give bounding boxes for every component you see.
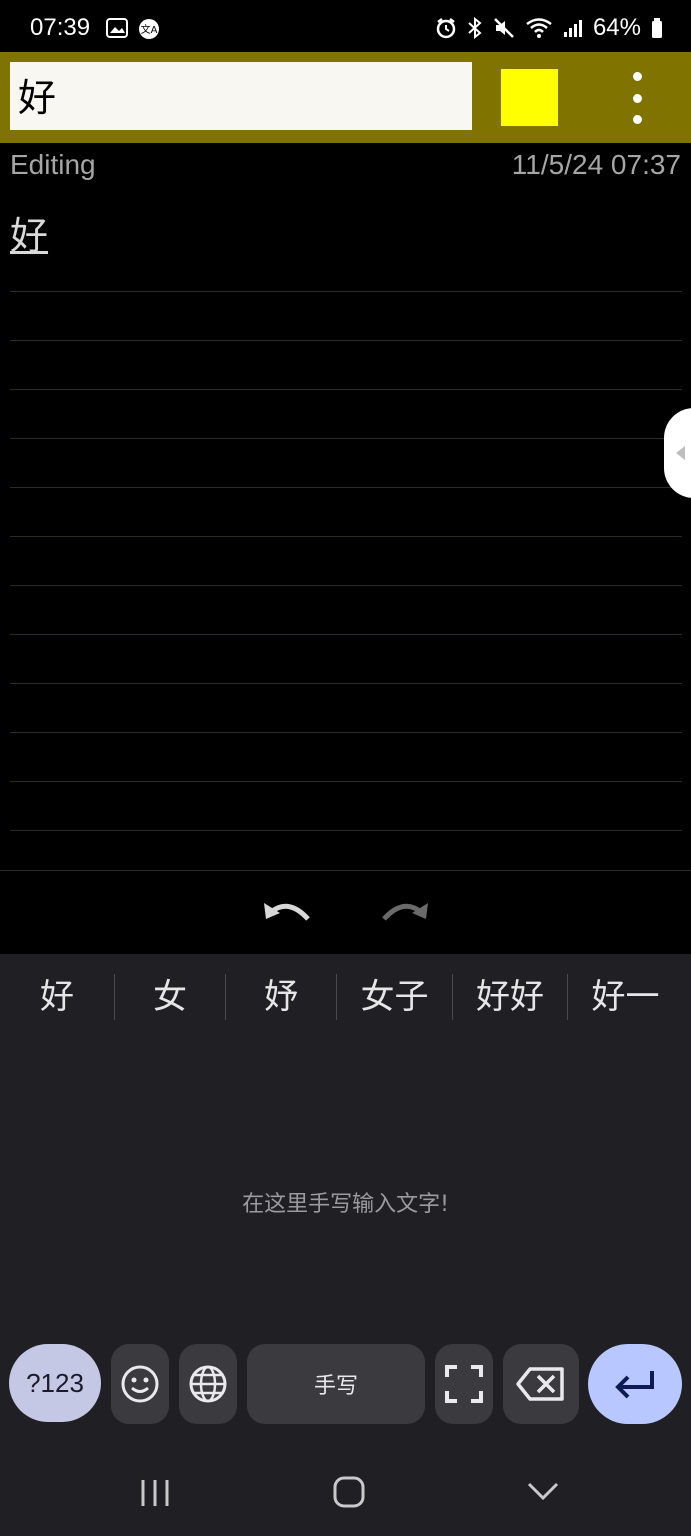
candidate-item[interactable]: 女 xyxy=(115,973,225,1021)
note-editor[interactable]: Editing 11/5/24 07:37 好 xyxy=(0,143,691,870)
chevron-down-icon xyxy=(527,1482,559,1501)
backspace-icon xyxy=(516,1367,564,1401)
candidate-item[interactable]: 好一 xyxy=(568,973,683,1021)
backspace-key[interactable] xyxy=(503,1344,579,1424)
system-nav-bar xyxy=(0,1440,691,1536)
symbols-key[interactable]: ?123 xyxy=(9,1344,101,1422)
undo-button[interactable] xyxy=(262,899,314,931)
signal-icon xyxy=(563,18,583,38)
app-toolbar: 好 xyxy=(0,52,691,143)
recents-button[interactable] xyxy=(139,1478,171,1512)
color-picker-button[interactable] xyxy=(501,69,558,126)
keyboard-bottom-row: ?123 手写 xyxy=(0,1344,691,1424)
globe-icon xyxy=(189,1365,227,1403)
translate-icon: 文A xyxy=(138,18,160,40)
space-key[interactable]: 手写 xyxy=(247,1344,425,1424)
more-vert-icon-dot xyxy=(632,93,642,103)
fullscreen-icon xyxy=(445,1365,483,1403)
back-button[interactable] xyxy=(526,1480,560,1506)
undo-icon xyxy=(264,903,310,921)
undo-redo-bar xyxy=(0,870,691,955)
svg-text:文A: 文A xyxy=(141,23,158,36)
chevron-left-icon xyxy=(676,446,685,460)
more-vert-icon-dot xyxy=(632,115,642,124)
overflow-menu-button[interactable] xyxy=(620,72,654,124)
candidate-item[interactable]: 好 xyxy=(0,973,114,1021)
redo-icon xyxy=(382,903,428,921)
battery-icon xyxy=(651,17,663,39)
ruled-lines xyxy=(10,243,682,831)
home-button[interactable] xyxy=(333,1476,365,1512)
gallery-icon xyxy=(106,18,128,40)
wifi-icon xyxy=(525,17,553,39)
redo-button[interactable] xyxy=(378,899,430,931)
alarm-icon xyxy=(435,17,457,39)
emoji-icon xyxy=(121,1365,159,1403)
bluetooth-icon xyxy=(467,17,483,39)
fast-scroll-handle[interactable] xyxy=(664,408,691,498)
fullscreen-key[interactable] xyxy=(435,1344,493,1424)
candidate-item[interactable]: 妤 xyxy=(226,973,336,1021)
more-vert-icon xyxy=(632,72,642,81)
status-bar: 07:39 文A 64% xyxy=(0,0,691,52)
mute-icon xyxy=(493,17,515,39)
home-icon xyxy=(333,1476,365,1508)
candidate-item[interactable]: 好好 xyxy=(453,973,567,1021)
candidate-bar: 好 女 妤 女子 好好 好一 xyxy=(0,972,691,1022)
enter-icon xyxy=(615,1371,654,1399)
enter-key[interactable] xyxy=(588,1344,682,1424)
language-key[interactable] xyxy=(179,1344,237,1424)
editing-status: Editing xyxy=(10,149,96,180)
emoji-key[interactable] xyxy=(111,1344,169,1424)
title-input[interactable]: 好 xyxy=(10,62,472,130)
note-timestamp: 11/5/24 07:37 xyxy=(511,149,681,180)
recents-icon xyxy=(141,1480,169,1506)
status-time: 07:39 xyxy=(30,14,91,41)
candidate-item[interactable]: 女子 xyxy=(337,973,452,1021)
battery-percent: 64% xyxy=(592,14,641,41)
handwriting-area-hint: 在这里手写输入文字! xyxy=(242,1192,449,1217)
